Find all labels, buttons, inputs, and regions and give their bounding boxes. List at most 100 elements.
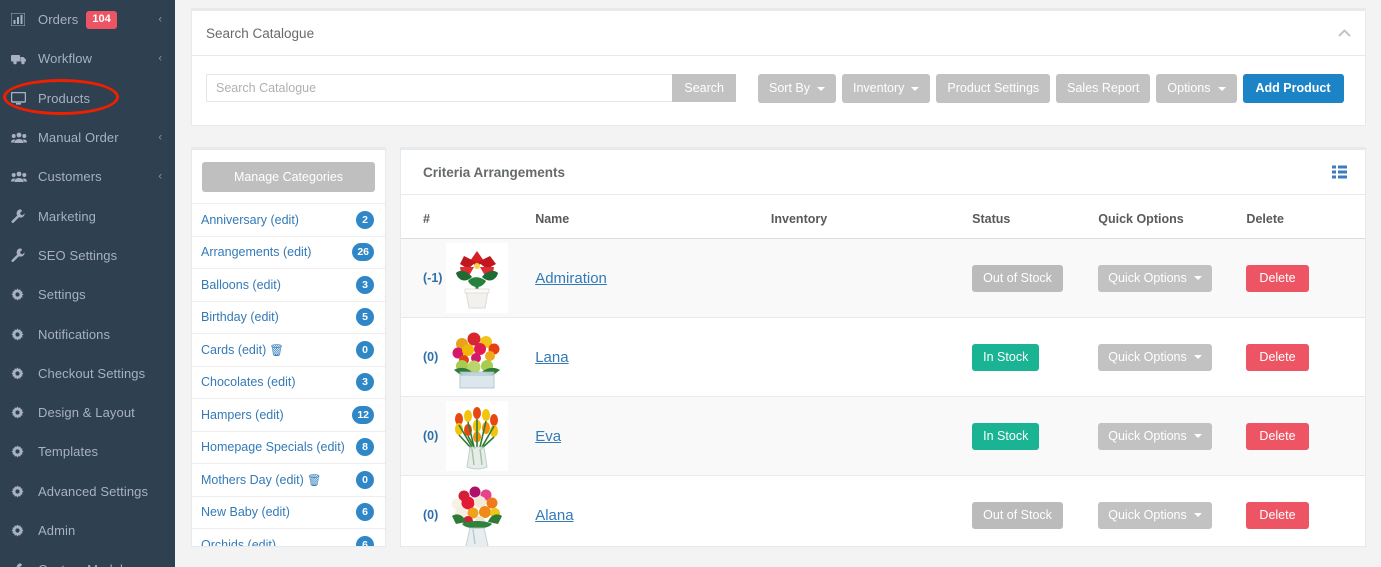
category-count-badge: 26 (352, 243, 374, 262)
delete-button[interactable]: Delete (1246, 422, 1309, 450)
category-label[interactable]: Anniversary (edit) (201, 213, 356, 227)
quick-options-button[interactable]: Quick Options (1098, 422, 1212, 450)
sort-by-label: Sort By (769, 81, 810, 96)
category-item-balloons[interactable]: Balloons (edit) 3 (192, 268, 385, 301)
sidebar-item-notifications[interactable]: Notifications (0, 314, 175, 353)
add-product-button[interactable]: Add Product (1242, 74, 1344, 103)
quick-options-button[interactable]: Quick Options (1098, 343, 1212, 371)
chevron-up-icon[interactable] (1338, 27, 1351, 39)
delete-button[interactable]: Delete (1246, 264, 1309, 292)
product-thumbnail-mixed-rose-bouquet[interactable] (445, 480, 508, 546)
sidebar-item-label: SEO Settings (38, 247, 118, 263)
category-label[interactable]: Birthday (edit) (201, 310, 356, 324)
search-button[interactable]: Search (672, 74, 736, 102)
product-settings-button[interactable]: Product Settings (936, 74, 1051, 103)
status-badge[interactable]: Out of Stock (972, 264, 1063, 292)
sidebar-item-products[interactable]: Products (0, 79, 175, 118)
trash-icon[interactable]: 🗑 (307, 475, 322, 487)
product-name-link[interactable]: Eva (535, 428, 561, 445)
sidebar-item-label: Marketing (38, 208, 96, 224)
category-item-chocolates[interactable]: Chocolates (edit) 3 (192, 365, 385, 399)
category-item-birthday[interactable]: Birthday (edit) 5 (192, 300, 385, 334)
category-item-arrangements[interactable]: Arrangements (edit) 26 (192, 235, 385, 269)
product-index-cell: (0) (401, 475, 446, 546)
delete-button[interactable]: Delete (1246, 501, 1309, 529)
chevron-down-icon (1193, 355, 1202, 359)
products-panel-header: Criteria Arrangements (401, 150, 1365, 195)
chevron-left-icon[interactable]: ‹ (158, 171, 162, 182)
category-item-cards[interactable]: Cards (edit) 🗑 0 (192, 333, 385, 366)
sidebar-item-advanced-settings[interactable]: Advanced Settings (0, 472, 175, 511)
chevron-left-icon[interactable]: ‹ (158, 132, 162, 143)
category-label[interactable]: Arrangements (edit) (201, 245, 352, 259)
search-input[interactable] (206, 74, 673, 102)
truck-icon (11, 52, 29, 66)
catalogue-body: Manage Categories Anniversary (edit) 2 Arr… (191, 147, 1366, 547)
sidebar-item-label: Customers (38, 169, 102, 185)
category-item-homepage-specials[interactable]: Homepage Specials (edit) 8 (192, 430, 385, 464)
product-name-link[interactable]: Alana (535, 507, 573, 524)
product-status-cell: In Stock (972, 396, 1099, 476)
category-label[interactable]: New Baby (edit) (201, 505, 356, 519)
category-label[interactable]: Chocolates (edit) (201, 375, 356, 389)
product-name-cell: Lana (535, 317, 771, 397)
sidebar-item-manual-order[interactable]: Manual Order ‹ (0, 118, 175, 157)
users-icon (11, 170, 29, 184)
manage-categories-button[interactable]: Manage Categories (202, 162, 375, 192)
sidebar-item-admin[interactable]: Admin (0, 511, 175, 550)
chevron-left-icon[interactable]: ‹ (158, 14, 162, 25)
sidebar-item-marketing[interactable]: Marketing (0, 196, 175, 235)
category-item-hampers[interactable]: Hampers (edit) 12 (192, 398, 385, 431)
sidebar-item-custom-modules[interactable]: Custom Modules (0, 550, 175, 567)
sidebar-item-seo-settings[interactable]: SEO Settings (0, 236, 175, 275)
inventory-button[interactable]: Inventory (842, 74, 931, 103)
status-badge[interactable]: Out of Stock (972, 501, 1063, 529)
sidebar-item-templates[interactable]: Templates (0, 432, 175, 471)
product-name-link[interactable]: Admiration (535, 270, 607, 287)
category-label[interactable]: Hampers (edit) (201, 408, 352, 422)
sort-by-button[interactable]: Sort By (758, 74, 836, 103)
category-label[interactable]: Homepage Specials (edit) (201, 440, 356, 454)
chevron-left-icon[interactable]: ‹ (158, 53, 162, 64)
category-item-new-baby[interactable]: New Baby (edit) 6 (192, 495, 385, 529)
sales-report-button[interactable]: Sales Report (1056, 74, 1151, 103)
quick-options-button[interactable]: Quick Options (1098, 501, 1212, 529)
sidebar-item-customers[interactable]: Customers ‹ (0, 157, 175, 196)
product-thumbnail-mixed-roses-cube-vase[interactable] (445, 322, 508, 392)
options-button[interactable]: Options (1156, 74, 1237, 103)
grid-view-icon[interactable] (1332, 165, 1347, 179)
product-thumbnail-poinsettia-red-white-pot[interactable] (445, 243, 508, 313)
product-quick-options-cell: Quick Options (1098, 475, 1247, 546)
sidebar-item-orders[interactable]: Orders 104 ‹ (0, 0, 175, 39)
status-badge[interactable]: In Stock (972, 343, 1040, 371)
category-label[interactable]: Orchids (edit) (201, 538, 356, 546)
sidebar-item-checkout-settings[interactable]: Checkout Settings (0, 354, 175, 393)
sidebar-item-settings[interactable]: Settings (0, 275, 175, 314)
category-count-badge: 3 (356, 275, 374, 294)
sidebar-item-design-layout[interactable]: Design & Layout (0, 393, 175, 432)
delete-button[interactable]: Delete (1246, 343, 1309, 371)
product-image-cell (445, 396, 536, 476)
category-item-mothers-day[interactable]: Mothers Day (edit) 🗑 0 (192, 463, 385, 496)
product-name-link[interactable]: Lana (535, 349, 568, 366)
quick-options-label: Quick Options (1108, 429, 1187, 443)
status-badge[interactable]: In Stock (972, 422, 1040, 450)
category-count-badge: 0 (356, 470, 374, 489)
trash-icon[interactable]: 🗑 (269, 345, 284, 357)
quick-options-button[interactable]: Quick Options (1098, 264, 1212, 292)
sidebar-item-label: Design & Layout (38, 405, 135, 421)
sidebar-item-workflow[interactable]: Workflow ‹ (0, 39, 175, 78)
bar-chart-icon (11, 13, 29, 27)
product-image-cell (445, 238, 536, 318)
category-label[interactable]: Cards (edit) 🗑 (201, 343, 356, 357)
sidebar-item-label: Advanced Settings (38, 483, 149, 499)
gear-icon (11, 366, 29, 380)
category-label[interactable]: Mothers Day (edit) 🗑 (201, 473, 356, 487)
product-inventory-cell (770, 475, 973, 546)
category-item-anniversary[interactable]: Anniversary (edit) 2 (192, 203, 385, 236)
product-thumbnail-tulips-glass-vase[interactable] (445, 401, 508, 471)
category-label[interactable]: Balloons (edit) (201, 278, 356, 292)
search-panel-header: Search Catalogue (192, 11, 1365, 56)
category-item-orchids[interactable]: Orchids (edit) 6 (192, 528, 385, 546)
products-panel: Criteria Arrangements # Name Inventory S… (400, 147, 1366, 547)
